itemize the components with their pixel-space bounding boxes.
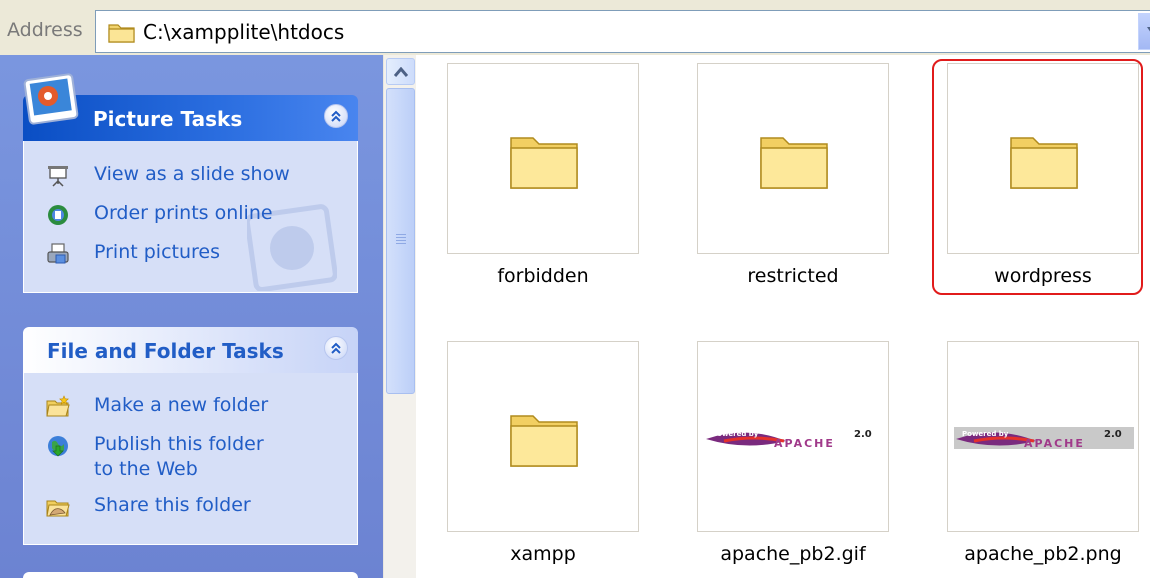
address-label: Address	[7, 19, 83, 41]
task-publish-folder[interactable]: Publish this folder to the Web	[46, 432, 266, 480]
file-folder-tasks-header[interactable]: File and Folder Tasks	[23, 327, 358, 373]
thumbnail-frame	[697, 63, 889, 254]
vertical-scrollbar[interactable]	[383, 55, 416, 578]
picture-tasks-icon	[23, 73, 79, 125]
folder-icon	[510, 137, 578, 189]
file-name: xampp	[510, 543, 576, 565]
print-icon	[47, 243, 69, 264]
collapse-file-folder-tasks-button[interactable]	[324, 336, 348, 360]
address-dropdown-button[interactable]	[1138, 13, 1150, 50]
details-panel-header[interactable]	[23, 572, 358, 582]
thumbnail-frame	[447, 341, 639, 532]
task-label: Make a new folder	[94, 394, 269, 416]
file-folder-tasks-title: File and Folder Tasks	[47, 339, 284, 363]
svg-text:APACHE: APACHE	[1024, 437, 1085, 450]
task-label: Share this folder	[94, 494, 251, 516]
task-share-folder[interactable]: Share this folder	[46, 493, 251, 523]
order-prints-icon	[48, 205, 68, 225]
file-item-apache-png[interactable]: Powered by APACHE 2.0 apache_pb2.png	[916, 333, 1139, 573]
svg-text:Powered by: Powered by	[962, 430, 1009, 438]
thumbnail-frame: Powered by APACHE 2.0	[697, 341, 889, 532]
folder-icon	[510, 415, 578, 467]
picture-tasks-title: Picture Tasks	[93, 107, 243, 131]
task-order-prints[interactable]: Order prints online	[46, 201, 273, 231]
svg-text:APACHE: APACHE	[774, 437, 835, 450]
chevron-up-icon	[394, 67, 408, 77]
scroll-up-button[interactable]	[386, 58, 415, 85]
folder-icon	[760, 137, 828, 189]
picture-tasks-panel: Picture Tasks View as a slide show Order…	[23, 73, 358, 293]
file-name: restricted	[747, 265, 839, 287]
file-name: forbidden	[497, 265, 589, 287]
selection-highlight	[932, 59, 1143, 295]
picture-tasks-header[interactable]: Picture Tasks	[23, 73, 358, 141]
apache-logo-image: Powered by APACHE 2.0	[954, 427, 1134, 450]
file-name: apache_pb2.png	[964, 543, 1122, 565]
picture-tasks-body: View as a slide show Order prints online…	[23, 141, 358, 293]
task-pane: Picture Tasks View as a slide show Order…	[0, 55, 383, 582]
scroll-thumb[interactable]	[386, 88, 415, 394]
address-bar: Address C:\xampplite\htdocs	[0, 0, 1150, 55]
task-view-slideshow[interactable]: View as a slide show	[46, 162, 290, 192]
task-label: View as a slide show	[94, 163, 290, 185]
share-folder-icon	[46, 500, 70, 517]
file-name: apache_pb2.gif	[720, 543, 866, 565]
collapse-picture-tasks-button[interactable]	[324, 104, 348, 128]
task-label: Print pictures	[94, 241, 221, 263]
chevron-up-double-icon	[331, 110, 341, 122]
thumbnail-frame: Powered by APACHE 2.0	[947, 341, 1139, 532]
file-item-apache-gif[interactable]: Powered by APACHE 2.0 apache_pb2.gif	[666, 333, 889, 573]
task-print-pictures[interactable]: Print pictures	[46, 240, 220, 270]
task-make-new-folder[interactable]: Make a new folder	[46, 393, 268, 423]
svg-text:Powered by: Powered by	[712, 430, 759, 438]
chevron-up-double-icon	[331, 342, 341, 354]
file-folder-tasks-body: Make a new folder Publish this folder to…	[23, 373, 358, 545]
file-item-forbidden[interactable]: forbidden	[416, 55, 639, 295]
address-path: C:\xampplite\htdocs	[143, 20, 345, 44]
file-item-xampp[interactable]: xampp	[416, 333, 639, 573]
thumbnail-frame	[447, 63, 639, 254]
file-item-restricted[interactable]: restricted	[666, 55, 889, 295]
publish-web-icon	[48, 436, 68, 457]
svg-text:2.0: 2.0	[854, 429, 872, 440]
address-input[interactable]: C:\xampplite\htdocs	[95, 10, 1150, 53]
apache-logo-image: Powered by APACHE 2.0	[706, 429, 872, 450]
slideshow-icon	[48, 166, 68, 187]
task-label: Order prints online	[94, 202, 273, 224]
svg-text:2.0: 2.0	[1104, 429, 1122, 440]
new-folder-icon	[46, 395, 70, 417]
file-folder-tasks-panel: File and Folder Tasks Make a new folder	[23, 327, 358, 545]
folder-icon	[108, 24, 135, 43]
task-label: Publish this folder to the Web	[94, 433, 264, 480]
